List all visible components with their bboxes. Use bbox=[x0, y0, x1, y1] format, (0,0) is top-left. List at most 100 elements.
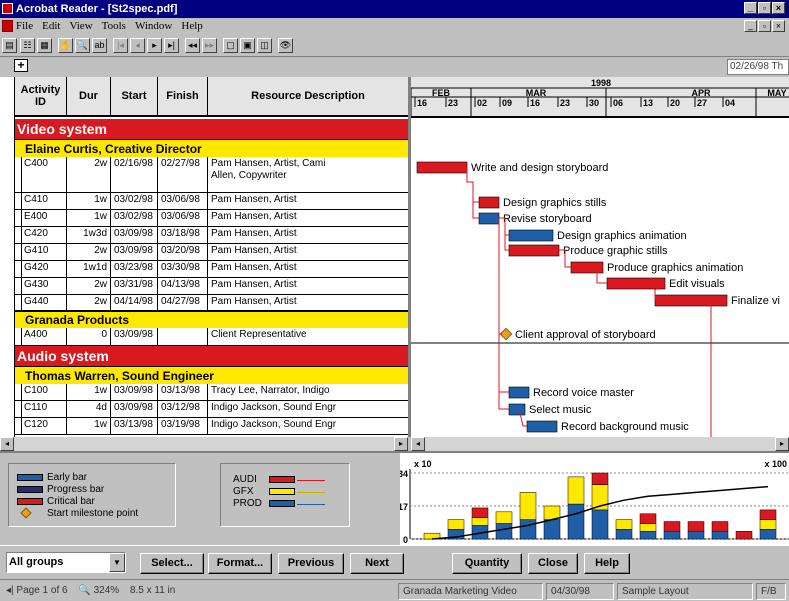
actual-size-icon[interactable]: ▢ bbox=[223, 38, 238, 53]
month-label: MAR bbox=[526, 88, 547, 98]
go-back-icon[interactable]: ◂◂ bbox=[185, 38, 200, 53]
col-activity-id[interactable]: Activity ID bbox=[15, 77, 67, 117]
previous-page-icon[interactable]: ◂ bbox=[130, 38, 145, 53]
thumbnails-icon[interactable]: ▦ bbox=[37, 38, 52, 53]
gantt-bar[interactable] bbox=[526, 420, 558, 433]
doc-restore-button[interactable]: ▫ bbox=[758, 20, 771, 32]
cell-finish: 02/27/98 bbox=[158, 157, 208, 192]
table-row[interactable]: C120 1w 03/13/98 03/19/98 Indigo Jackson, So… bbox=[15, 418, 409, 435]
table-row[interactable]: G440 2w 04/14/98 04/27/98 Pam Hansen, Artist bbox=[15, 295, 409, 311]
group-subheader[interactable]: Thomas Warren, Sound Engineer bbox=[15, 366, 409, 384]
histogram-bar-audi bbox=[591, 472, 609, 485]
day-label: 16 bbox=[417, 98, 427, 108]
menu-window[interactable]: Window bbox=[135, 18, 172, 35]
table-row[interactable]: A400 0 03/09/98 Client Representative bbox=[15, 328, 409, 346]
go-forward-icon[interactable]: ▸▸ bbox=[202, 38, 217, 53]
fit-page-icon[interactable]: ▣ bbox=[240, 38, 255, 53]
cell-start: 03/23/98 bbox=[111, 261, 158, 277]
gantt-bar[interactable] bbox=[416, 161, 468, 174]
minimize-button[interactable]: _ bbox=[744, 2, 757, 14]
plus-icon[interactable]: + bbox=[14, 59, 28, 72]
select-button[interactable]: Select... bbox=[140, 553, 204, 574]
histogram-bar-prod bbox=[519, 519, 537, 540]
page-nav-icon[interactable]: ◂| bbox=[6, 585, 14, 596]
group-subheader[interactable]: Elaine Curtis, Creative Director bbox=[15, 139, 409, 157]
relationship-line bbox=[710, 299, 727, 441]
cell-finish: 03/13/98 bbox=[158, 384, 208, 400]
help-button[interactable]: Help bbox=[584, 553, 630, 574]
cell-finish: 04/13/98 bbox=[158, 278, 208, 294]
menu-edit[interactable]: Edit bbox=[42, 18, 60, 35]
table-row[interactable]: G430 2w 03/31/98 04/13/98 Pam Hansen, Artist bbox=[15, 278, 409, 295]
gantt-bar[interactable] bbox=[508, 386, 530, 399]
table-row[interactable]: C110 4d 03/09/98 03/12/98 Indigo Jackson, So… bbox=[15, 401, 409, 418]
text-select-icon[interactable]: ab bbox=[92, 38, 107, 53]
milestone-diamond-icon[interactable] bbox=[499, 327, 513, 341]
zoom-tool-icon[interactable]: 🔍 bbox=[75, 38, 90, 53]
cell-start: 03/09/98 bbox=[111, 227, 158, 243]
previous-button[interactable]: Previous bbox=[278, 553, 344, 574]
gantt-bar[interactable] bbox=[508, 244, 560, 257]
scroll-right-icon[interactable]: ▸ bbox=[394, 437, 408, 451]
table-scroll-track[interactable] bbox=[14, 437, 394, 451]
document-icon[interactable] bbox=[2, 20, 13, 32]
col-resource[interactable]: Resource Description bbox=[208, 77, 409, 117]
row-gutter bbox=[15, 295, 22, 310]
legend-progress: Progress bar bbox=[47, 484, 105, 495]
table-row[interactable]: G410 2w 03/09/98 03/20/98 Pam Hansen, Artist bbox=[15, 244, 409, 261]
legend-audi: AUDI bbox=[233, 474, 257, 485]
cell-id: G420 bbox=[21, 261, 67, 277]
gantt-scroll-left-icon[interactable]: ◂ bbox=[411, 437, 425, 451]
col-start[interactable]: Start bbox=[111, 77, 158, 117]
close-view-button[interactable]: Close bbox=[528, 553, 578, 574]
next-button[interactable]: Next bbox=[350, 553, 404, 574]
last-page-icon[interactable]: ▸| bbox=[164, 38, 179, 53]
group-header[interactable]: Video system bbox=[15, 119, 409, 139]
restore-button[interactable]: ▫ bbox=[758, 2, 771, 14]
cell-dur: 1w1d bbox=[67, 261, 111, 277]
scroll-left-icon[interactable]: ◂ bbox=[0, 437, 14, 451]
gantt-bar[interactable] bbox=[508, 403, 526, 416]
gantt-bar-label: Write and design storyboard bbox=[471, 162, 608, 174]
zoom-level[interactable]: 324% bbox=[94, 585, 120, 596]
table-row[interactable]: C400 2w 02/16/98 02/27/98 Pam Hansen, Artist… bbox=[15, 157, 409, 193]
group-filter-select[interactable]: All groups ▼ bbox=[6, 552, 126, 573]
table-row[interactable]: G420 1w1d 03/23/98 03/30/98 Pam Hansen, Arti… bbox=[15, 261, 409, 278]
bookmarks-icon[interactable]: ☷ bbox=[20, 38, 35, 53]
group-subheader[interactable]: Granada Products bbox=[15, 311, 409, 328]
doc-minimize-button[interactable]: _ bbox=[744, 20, 757, 32]
menu-file[interactable]: File bbox=[16, 18, 33, 35]
chevron-down-icon[interactable]: ▼ bbox=[109, 553, 125, 572]
group-header[interactable]: Audio system bbox=[15, 346, 409, 366]
find-icon[interactable]: 👁 bbox=[278, 38, 293, 53]
gantt-bar[interactable] bbox=[478, 196, 500, 209]
gantt-bar[interactable] bbox=[478, 212, 500, 225]
table-row[interactable]: E400 1w 03/02/98 03/06/98 Pam Hansen, Artist bbox=[15, 210, 409, 227]
menu-view[interactable]: View bbox=[69, 18, 92, 35]
gantt-scroll-track[interactable] bbox=[425, 437, 775, 451]
table-row[interactable]: C410 1w 03/02/98 03/06/98 Pam Hansen, Artist bbox=[15, 193, 409, 210]
gantt-scroll-right-icon[interactable]: ▸ bbox=[775, 437, 789, 451]
table-row[interactable]: C420 1w3d 03/09/98 03/18/98 Pam Hansen, Arti… bbox=[15, 227, 409, 244]
quantity-button[interactable]: Quantity bbox=[452, 553, 522, 574]
next-page-icon[interactable]: ▸ bbox=[147, 38, 162, 53]
layout-name: Sample Layout bbox=[617, 583, 753, 600]
cell-id: A400 bbox=[21, 328, 67, 345]
first-page-icon[interactable]: |◂ bbox=[113, 38, 128, 53]
fit-width-icon[interactable]: ◫ bbox=[257, 38, 272, 53]
histogram-bar-gfx bbox=[495, 511, 513, 524]
col-finish[interactable]: Finish bbox=[158, 77, 208, 117]
menu-tools[interactable]: Tools bbox=[102, 18, 126, 35]
doc-close-button[interactable]: × bbox=[772, 20, 785, 32]
gantt-bar[interactable] bbox=[508, 229, 554, 242]
format-button[interactable]: Format... bbox=[208, 553, 272, 574]
gantt-bar[interactable] bbox=[606, 277, 666, 290]
table-row[interactable]: C100 1w 03/09/98 03/13/98 Tracy Lee, Narrato… bbox=[15, 384, 409, 401]
hand-tool-icon[interactable]: ✋ bbox=[58, 38, 73, 53]
page-only-icon[interactable]: ▤ bbox=[2, 38, 17, 53]
menu-help[interactable]: Help bbox=[181, 18, 202, 35]
col-dur[interactable]: Dur bbox=[67, 77, 111, 117]
close-button[interactable]: × bbox=[772, 2, 785, 14]
histogram-bar-prod bbox=[711, 530, 729, 540]
day-label: 06 bbox=[613, 98, 623, 108]
